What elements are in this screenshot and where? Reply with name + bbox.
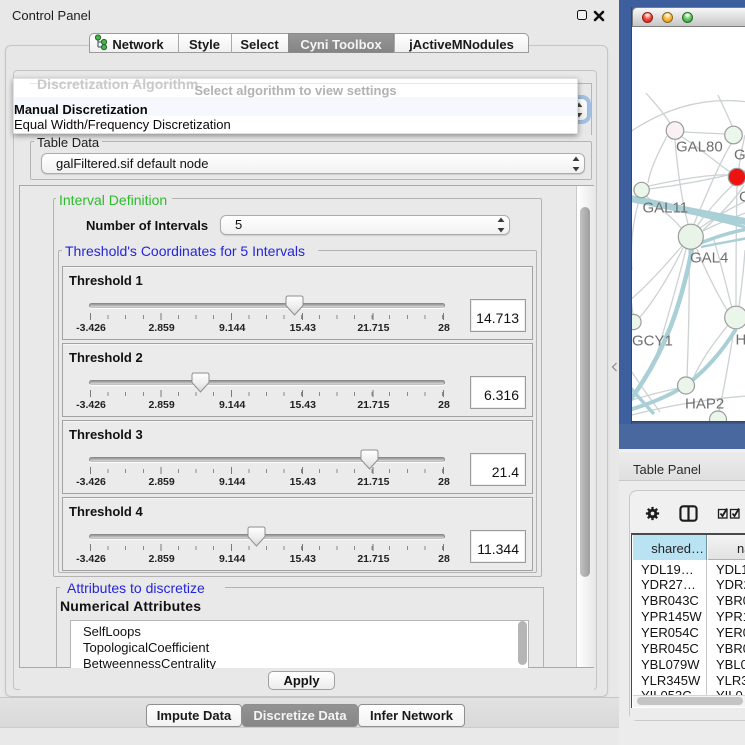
svg-text:H: H bbox=[736, 332, 745, 349]
svg-text:GAL4: GAL4 bbox=[690, 250, 728, 267]
svg-text:GCY1: GCY1 bbox=[632, 333, 673, 350]
svg-text:GA: GA bbox=[734, 147, 745, 164]
svg-text:GAL80: GAL80 bbox=[676, 139, 723, 156]
svg-text:GAL11: GAL11 bbox=[643, 200, 689, 217]
svg-text:C: C bbox=[739, 189, 745, 206]
svg-text:HAP2: HAP2 bbox=[685, 396, 724, 413]
